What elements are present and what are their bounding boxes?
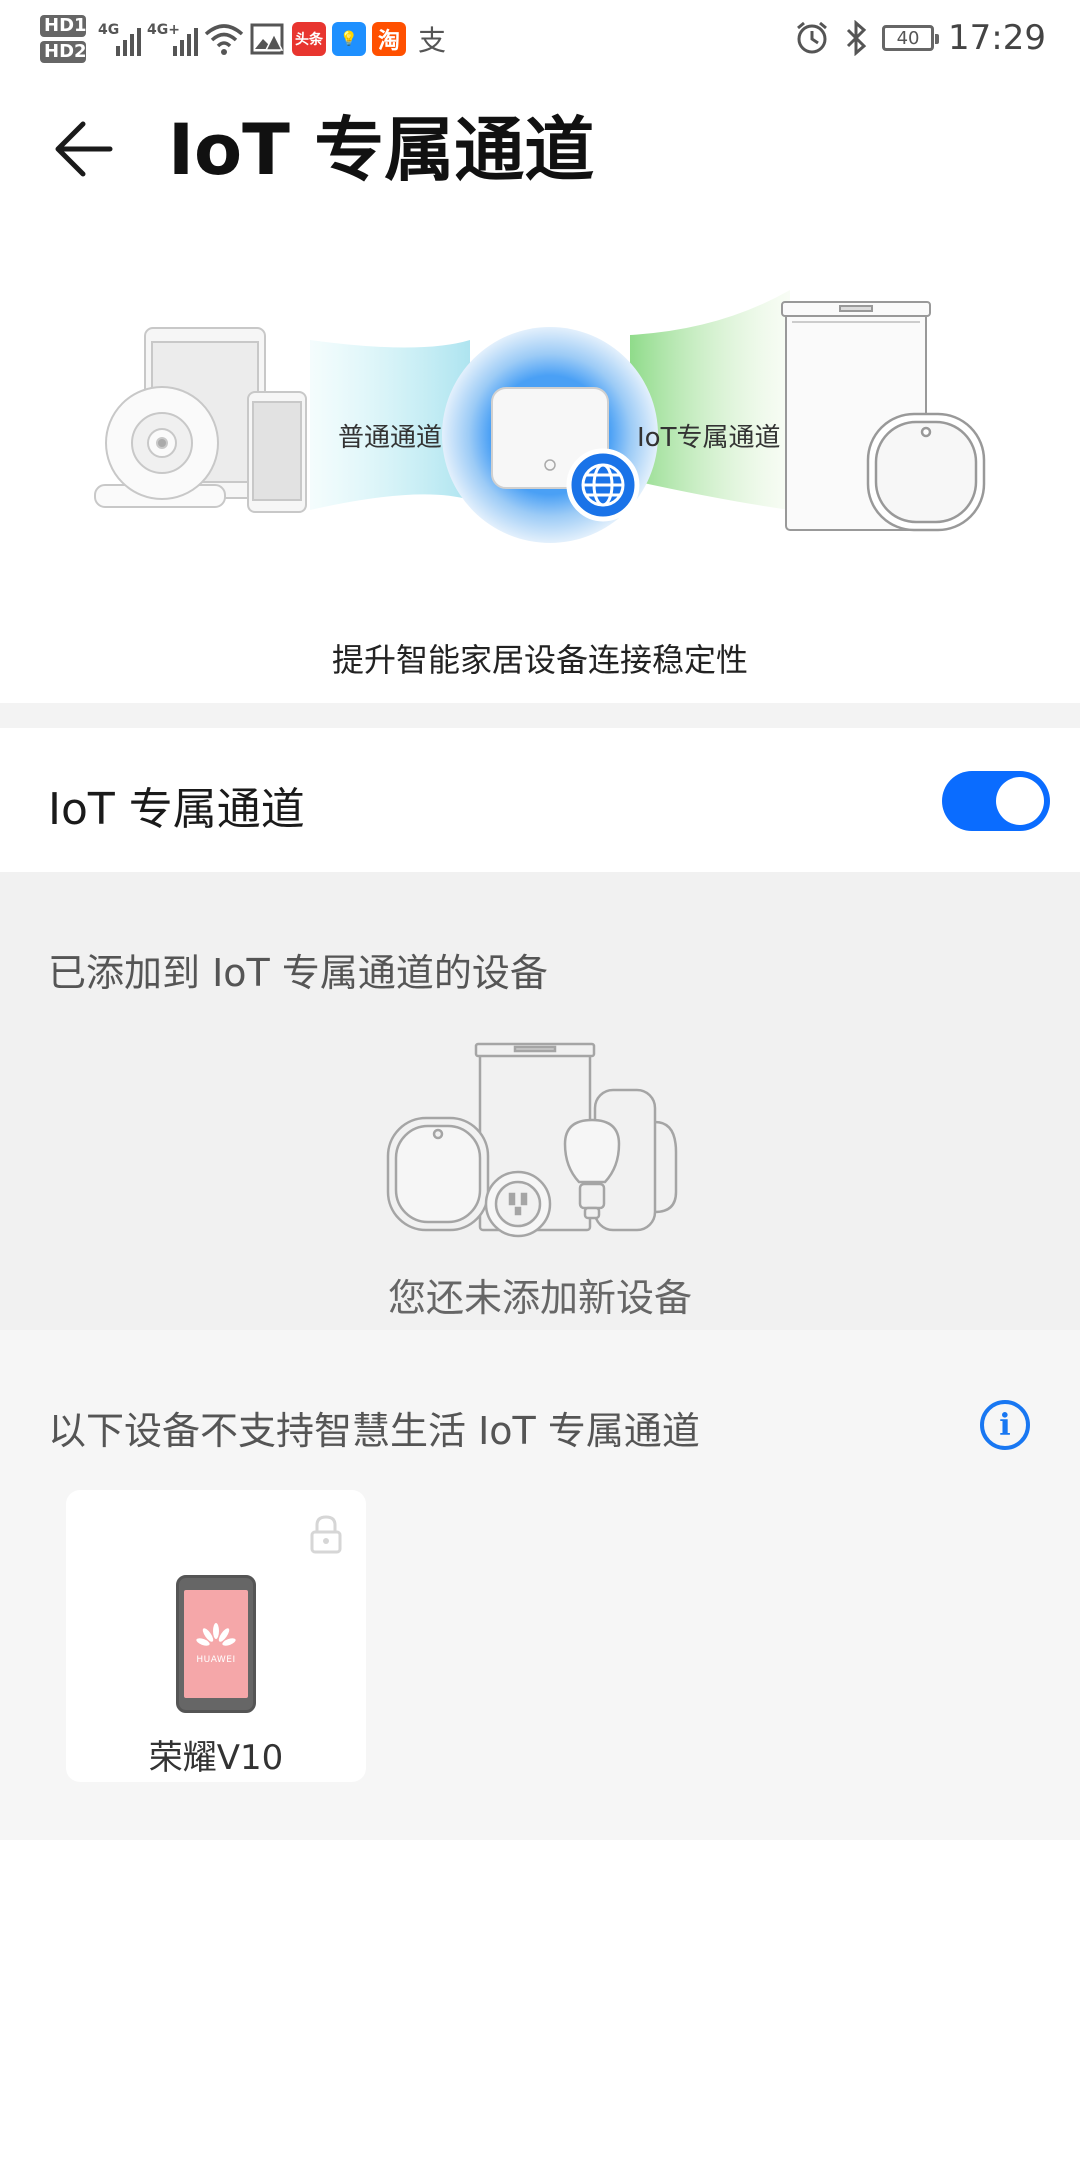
iot-channel-label: IoT专属通道 [637,423,781,453]
section-divider [0,703,1080,728]
toggle-label: IoT 专属通道 [48,784,305,835]
signal-icon-1: 4G [98,22,141,56]
sim-indicators: HD 1 HD 2 [40,15,87,63]
toutiao-app-icon: 头条 [292,22,326,56]
globe-icon [566,448,640,522]
info-icon[interactable]: i [980,1400,1030,1450]
app-header: IoT 专属通道 [0,92,1080,202]
phone-brand-text: HUAWEI [196,1655,236,1665]
empty-state-text: 您还未添加新设备 [387,1276,692,1320]
phone-device-image: HUAWEI [176,1575,256,1713]
unsupported-devices-section: 以下设备不支持智慧生活 IoT 专属通道 i HUAWEI 荣耀V10 [0,1330,1080,1840]
bluetooth-icon [846,20,867,56]
alipay-icon: 支 [418,24,447,57]
normal-channel-label: 普通通道 [338,423,443,453]
image-alert-icon [250,23,284,55]
back-button[interactable] [50,114,120,184]
bulb-app-icon: 💡 [332,22,366,56]
empty-devices-illustration [386,1042,678,1238]
status-bar: HD 1 HD 2 4G 4G+ 头条 💡 淘 支 40 17:29 [0,0,1080,72]
back-arrow-icon [55,121,113,177]
lock-icon [310,1515,342,1554]
sim1-hd-badge: HD 1 [40,15,87,37]
hero-tagline: 提升智能家居设备连接稳定性 [331,641,748,679]
switch-knob [996,777,1044,825]
iot-channel-switch[interactable] [942,771,1050,831]
wifi-icon [204,24,244,55]
taobao-app-icon: 淘 [372,22,406,56]
iot-channel-toggle-row[interactable]: IoT 专属通道 [0,728,1080,872]
robot-vacuum-icon [866,412,986,532]
device-name: 荣耀V10 [148,1738,284,1778]
sim2-hd-badge: HD 2 [40,41,87,63]
iot-channel-band [630,290,790,510]
added-section-title: 已添加到 IoT 专属通道的设备 [48,951,548,995]
device-card[interactable]: HUAWEI 荣耀V10 [66,1490,366,1782]
page-title: IoT 专属通道 [168,109,595,191]
huawei-logo-icon [196,1623,236,1646]
added-devices-section: 已添加到 IoT 专属通道的设备 您还未添加新设备 [0,872,1080,1330]
alarm-icon [797,21,827,54]
hero-illustration: 普通通道 IoT专属通道 提升智能家居设备连接稳定性 [0,210,1080,700]
phone-device-icon [247,391,307,513]
battery-indicator: 40 [882,25,940,51]
clock: 17:29 [948,18,1046,58]
unsupported-section-title: 以下设备不支持智慧生活 IoT 专属通道 [48,1409,700,1453]
signal-icon-2: 4G+ [147,22,198,56]
